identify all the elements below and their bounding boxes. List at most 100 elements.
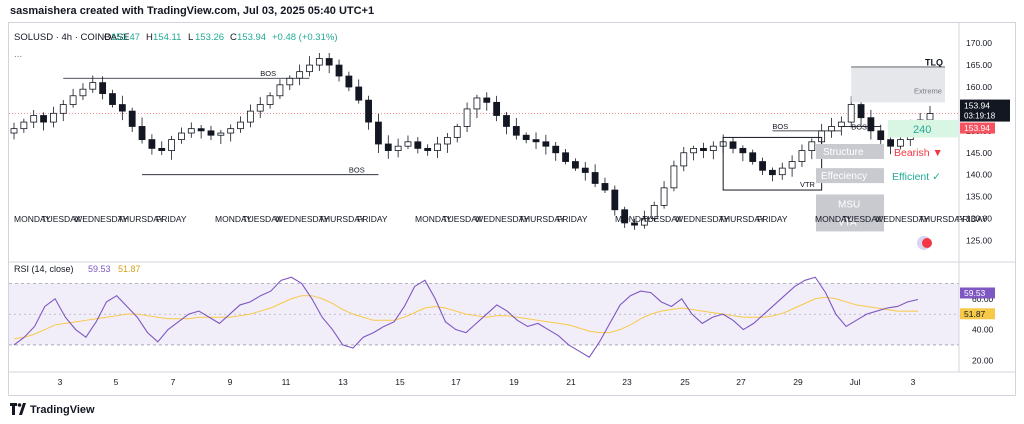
- candle-body: [217, 132, 225, 136]
- weekday-label: FRIDAY: [156, 214, 187, 224]
- candle-body: [69, 95, 77, 105]
- candle-body: [877, 130, 885, 141]
- candle-body: [453, 126, 461, 138]
- time-tick-label: 25: [680, 377, 690, 387]
- candle-body: [778, 167, 786, 176]
- candle-body: [897, 139, 904, 147]
- tlq-label: TLQ: [925, 57, 943, 67]
- candle-body: [749, 152, 757, 162]
- candle-body: [365, 99, 372, 123]
- price-tick-label: 160.00: [966, 82, 992, 92]
- countdown-value: 03:19:18: [964, 112, 996, 121]
- structure-label: Structure: [823, 147, 864, 158]
- candle-body: [572, 161, 579, 169]
- symbol-info: SOLUSD · 4h · COINBASE O 153.47 H 154.11 L 15…: [14, 32, 338, 43]
- candle-body: [887, 139, 895, 147]
- candle-body: [256, 104, 264, 112]
- ohlc-value: 153.47: [111, 32, 140, 43]
- candle-body: [788, 161, 796, 169]
- candle-body: [384, 143, 392, 151]
- candle-body: [325, 58, 333, 66]
- price-tick-label: 170.00: [966, 38, 992, 48]
- ohlc-label: L: [188, 32, 193, 43]
- time-tick-label: 19: [509, 377, 519, 387]
- time-tick-label: 11: [282, 377, 291, 387]
- price-axis: 170.00165.00160.00155.00150.00145.00140.…: [960, 38, 1010, 245]
- rsi-tick-label: 20.00: [972, 355, 994, 365]
- candle-body: [404, 141, 412, 147]
- chart-canvas[interactable]: SOLUSD · 4h · COINBASE O 153.47 H 154.11 L 15…: [0, 0, 1024, 424]
- candle-body: [522, 134, 530, 141]
- vtr-label: VTR: [800, 180, 816, 189]
- footer-brand: TradingView: [30, 404, 95, 416]
- candle-body: [837, 121, 845, 127]
- candle-body: [680, 152, 688, 167]
- time-tick-label: 23: [622, 377, 632, 387]
- candle-body: [109, 93, 116, 105]
- candle-body: [355, 86, 363, 101]
- candle-body: [10, 128, 18, 134]
- candle-body: [276, 84, 284, 97]
- price-tick-label: 135.00: [966, 192, 992, 202]
- candle-body: [512, 126, 520, 136]
- candle-body: [700, 147, 707, 151]
- candle-body: [187, 128, 195, 134]
- time-tick-label: 9: [228, 377, 233, 387]
- candle-body: [808, 141, 816, 151]
- rsi-tick-label: 40.00: [972, 325, 994, 335]
- candle-body: [493, 101, 501, 116]
- candle-body: [739, 147, 747, 154]
- bos-label: BOS: [349, 166, 365, 175]
- candle-body: [168, 139, 175, 151]
- candle-body: [611, 189, 619, 211]
- ohlc-value: 154.11: [153, 32, 181, 43]
- ohlc-label: H: [146, 32, 153, 43]
- extreme-zone: [851, 67, 945, 103]
- candle-body: [847, 104, 855, 123]
- candle-body: [552, 145, 560, 154]
- efficient-label: Efficient ✓: [892, 171, 941, 183]
- candle-body: [306, 64, 313, 73]
- price-tick-label: 125.00: [966, 235, 992, 245]
- time-tick-label: 17: [451, 377, 461, 387]
- candle-body: [414, 141, 422, 149]
- time-tick-label: 7: [171, 377, 176, 387]
- footer: TradingView: [0, 398, 1024, 424]
- candle-body: [59, 104, 67, 114]
- candle-body: [443, 137, 451, 145]
- candle-body: [49, 112, 57, 123]
- weekday-label: FRIDAY: [357, 214, 388, 224]
- candle-body: [30, 115, 38, 123]
- candle-body: [857, 104, 865, 119]
- candle-body: [434, 143, 441, 151]
- msu-label: MSU: [838, 199, 860, 210]
- time-tick-label: 15: [395, 377, 405, 387]
- candle-body: [315, 58, 323, 66]
- candle-body: [828, 126, 835, 132]
- time-tick-label: Jul: [850, 377, 861, 387]
- candle-body: [473, 97, 481, 110]
- candle-body: [237, 121, 244, 130]
- candle-body: [246, 110, 254, 123]
- candle-body: [483, 97, 491, 103]
- candle-body: [118, 104, 126, 112]
- candle-body: [40, 115, 47, 123]
- rsi-title: RSI (14, close): [14, 264, 74, 274]
- candle-body: [581, 167, 589, 173]
- candle-body: [394, 145, 402, 151]
- price-tick-label: 145.00: [966, 148, 992, 158]
- candle-body: [89, 82, 97, 90]
- candle-body: [296, 71, 304, 79]
- price-tick-label: 140.00: [966, 170, 992, 180]
- candle-body: [345, 75, 353, 88]
- candle-body: [798, 150, 806, 162]
- candle-body: [670, 165, 678, 189]
- candle-body: [79, 88, 87, 97]
- candle-body: [591, 172, 599, 184]
- candle-body: [158, 147, 166, 151]
- tradingview-logo-icon: [10, 403, 26, 415]
- candle-body: [375, 121, 382, 145]
- price-tick-label: 165.00: [966, 60, 992, 70]
- time-tick-label: 27: [736, 377, 746, 387]
- time-tick-label: 3: [911, 377, 916, 387]
